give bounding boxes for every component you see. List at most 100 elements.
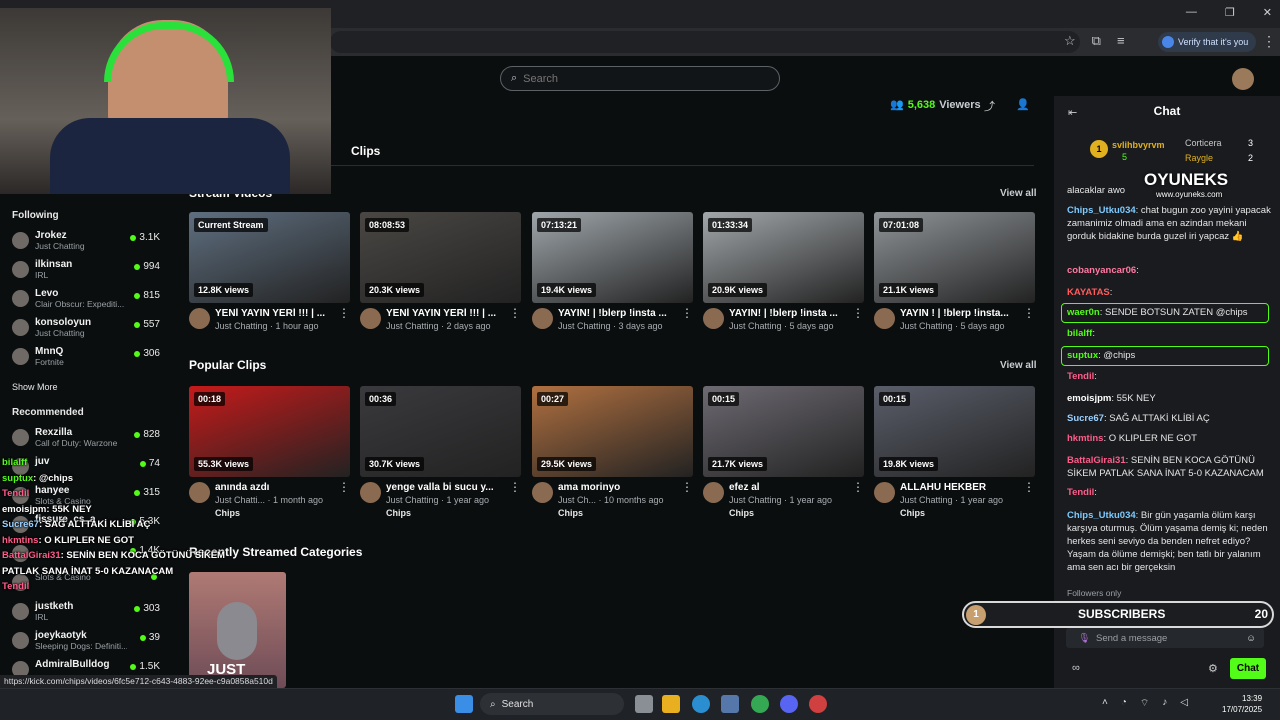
- stream_videos-card[interactable]: 07:01:08 21.1K views YAYIN ! | !blerp !ins…: [874, 212, 1035, 331]
- maximize-button[interactable]: ❐: [1225, 6, 1235, 19]
- chat-username[interactable]: Tendil: [1067, 487, 1094, 498]
- discord-icon[interactable]: [780, 695, 798, 713]
- popular_clips-thumbnail[interactable]: 00:27 29.5K views: [532, 386, 693, 477]
- stream_videos-card[interactable]: 08:08:53 20.3K views YENİ YAYIN YERİ !!! |…: [360, 212, 521, 331]
- chat-username[interactable]: bilalff: [1067, 328, 1092, 339]
- obs-icon[interactable]: [809, 695, 827, 713]
- sidebar-channel-item[interactable]: justketh IRL 303: [12, 601, 160, 629]
- chevron-up-icon[interactable]: ˄: [1102, 697, 1108, 710]
- popular_clips-thumbnail[interactable]: 00:36 30.7K views: [360, 386, 521, 477]
- stream_videos-thumbnail[interactable]: 08:08:53 20.3K views: [360, 212, 521, 303]
- sidebar-channel-item[interactable]: Rexzilla Call of Duty: Warzone 828: [12, 427, 160, 455]
- popular_clips-card[interactable]: 00:15 19.8K views ALLAHU HEKBER Just Chatti…: [874, 386, 1035, 518]
- extensions-icon[interactable]: ⧉: [1092, 33, 1101, 49]
- network-icon[interactable]: ◔: [1121, 697, 1127, 710]
- bookmark-star-icon[interactable]: ☆: [1064, 33, 1076, 49]
- more-options-icon[interactable]: ⋮: [1023, 481, 1035, 518]
- chat-username[interactable]: emoisjpm: [1067, 393, 1111, 404]
- address-bar[interactable]: [330, 31, 1080, 53]
- channel-avatar[interactable]: [360, 482, 381, 503]
- channel-avatar[interactable]: [189, 308, 210, 329]
- popular_clips-title[interactable]: yenge valla bi sucu y...: [386, 482, 504, 493]
- sidebar-channel-item[interactable]: Levo Clair Obscur: Expediti... 815: [12, 288, 160, 316]
- chrome-icon[interactable]: [751, 695, 769, 713]
- chat-username[interactable]: BattalGirai31: [1067, 455, 1126, 466]
- clip-channel[interactable]: Chips: [729, 508, 847, 518]
- popular_clips-title[interactable]: ama morinyo: [558, 482, 676, 493]
- more-options-icon[interactable]: ⋮: [509, 481, 521, 518]
- stream_videos-thumbnail[interactable]: 01:33:34 20.9K views: [703, 212, 864, 303]
- stream_videos-title[interactable]: YAYIN! | !blerp !insta ...: [558, 308, 676, 319]
- chat-username[interactable]: hkmtins: [1067, 433, 1103, 444]
- popular-clips-view-all-link[interactable]: View all: [1000, 360, 1037, 371]
- stream_videos-card[interactable]: 01:33:34 20.9K views YAYIN! | !blerp !inst…: [703, 212, 864, 331]
- verify-identity-button[interactable]: Verify that it's you: [1158, 32, 1257, 52]
- chat-username[interactable]: cobanyancar06: [1067, 265, 1136, 276]
- sidebar-channel-item[interactable]: MnnQ Fortnite 306: [12, 346, 160, 374]
- popular_clips-card[interactable]: 00:27 29.5K views ama morinyo Just Ch... · …: [532, 386, 693, 518]
- wifi-icon[interactable]: ⌔: [1140, 697, 1149, 710]
- more-options-icon[interactable]: ⋮: [852, 307, 864, 331]
- taskbar-search[interactable]: ⌕ Search: [480, 693, 624, 715]
- chat-settings-infinity-icon[interactable]: ∞: [1072, 662, 1080, 674]
- taskbar-clock[interactable]: 13:39 17/07/2025: [1222, 693, 1262, 715]
- popular_clips-card[interactable]: 00:15 21.7K views efez al Just Chatting · 1…: [703, 386, 864, 518]
- popular_clips-card[interactable]: 00:36 30.7K views yenge valla bi sucu y...…: [360, 386, 521, 518]
- chat-username[interactable]: Sucre67: [1067, 413, 1104, 424]
- chat-username[interactable]: waer0n: [1067, 307, 1100, 318]
- edge-icon[interactable]: [692, 695, 710, 713]
- browser-menu-icon[interactable]: ⋮: [1262, 33, 1276, 50]
- task-view-icon[interactable]: [635, 695, 653, 713]
- stream_videos-thumbnail[interactable]: 07:01:08 21.1K views: [874, 212, 1035, 303]
- popular_clips-title[interactable]: ALLAHU HEKBER: [900, 482, 1018, 493]
- sidebar-channel-item[interactable]: joeykaotyk Sleeping Dogs: Definiti... 39: [12, 630, 160, 658]
- store-icon[interactable]: [721, 695, 739, 713]
- stream_videos-thumbnail[interactable]: 07:13:21 19.4K views: [532, 212, 693, 303]
- chat-username[interactable]: Chips_Utku034: [1067, 510, 1136, 521]
- more-options-icon[interactable]: ⋮: [1023, 307, 1035, 331]
- stream_videos-title[interactable]: YENİ YAYIN YERİ !!! | ...: [215, 308, 333, 319]
- channel-avatar[interactable]: [703, 308, 724, 329]
- stream_videos-thumbnail[interactable]: Current Stream 12.8K views: [189, 212, 350, 303]
- chat-message-input[interactable]: 🎙 Send a message ☺: [1066, 628, 1264, 648]
- stream_videos-card[interactable]: 07:13:21 19.4K views YAYIN! | !blerp !inst…: [532, 212, 693, 331]
- chat-username[interactable]: KAYATAS: [1067, 287, 1110, 298]
- channel-avatar[interactable]: [874, 308, 895, 329]
- search-input[interactable]: [523, 72, 754, 85]
- chat-username[interactable]: Chips_Utku034: [1067, 205, 1136, 216]
- chat-username[interactable]: suptux: [1067, 350, 1098, 361]
- more-options-icon[interactable]: ⋮: [509, 307, 521, 331]
- reading-list-icon[interactable]: ≡: [1117, 33, 1125, 49]
- minimize-button[interactable]: —: [1186, 6, 1197, 19]
- channel-avatar[interactable]: [532, 308, 553, 329]
- channel-avatar[interactable]: [360, 308, 381, 329]
- windows-start-icon[interactable]: [455, 695, 473, 713]
- more-options-icon[interactable]: ⋮: [681, 481, 693, 518]
- clip-channel[interactable]: Chips: [900, 508, 1018, 518]
- stream-videos-view-all-link[interactable]: View all: [1000, 188, 1037, 199]
- chat-send-button[interactable]: Chat: [1230, 658, 1266, 679]
- sidebar-channel-item[interactable]: konsoloyun Just Chatting 557: [12, 317, 160, 345]
- share-icon[interactable]: ⤴: [984, 98, 995, 114]
- search-box[interactable]: ⌕: [500, 66, 780, 91]
- file-explorer-icon[interactable]: [662, 695, 680, 713]
- stream_videos-title[interactable]: YAYIN! | !blerp !insta ...: [729, 308, 847, 319]
- clip-channel[interactable]: Chips: [558, 508, 676, 518]
- channel-avatar[interactable]: [703, 482, 724, 503]
- chat-gear-icon[interactable]: ⚙: [1208, 662, 1218, 675]
- tab-clips[interactable]: Clips: [351, 144, 380, 158]
- stream_videos-title[interactable]: YAYIN ! | !blerp !insta...: [900, 308, 1018, 319]
- volume-icon[interactable]: ◁: [1180, 697, 1188, 710]
- emoji-icon[interactable]: ☺: [1246, 633, 1256, 644]
- popular_clips-title[interactable]: efez al: [729, 482, 847, 493]
- mic-tray-icon[interactable]: ♪: [1162, 697, 1167, 710]
- chat-username[interactable]: Tendil: [1067, 371, 1094, 382]
- clip-channel[interactable]: Chips: [386, 508, 504, 518]
- sidebar-channel-item[interactable]: Jrokez Just Chatting 3.1K: [12, 230, 160, 258]
- popular_clips-thumbnail[interactable]: 00:15 19.8K views: [874, 386, 1035, 477]
- more-options-icon[interactable]: ⋮: [852, 481, 864, 518]
- stream_videos-title[interactable]: YENİ YAYIN YERİ !!! | ...: [386, 308, 504, 319]
- show-more-link[interactable]: Show More: [12, 382, 58, 392]
- more-options-icon[interactable]: ⋮: [681, 307, 693, 331]
- follow-user-icon[interactable]: 👤: [1016, 98, 1030, 111]
